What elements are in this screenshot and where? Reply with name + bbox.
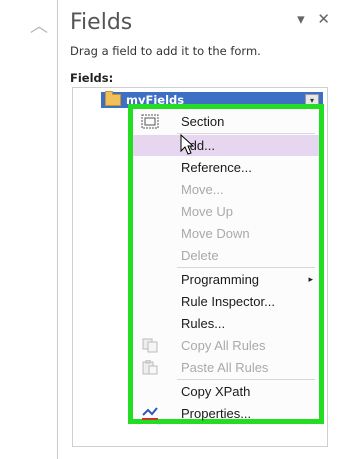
close-icon[interactable]: ✕ [317, 10, 330, 28]
menu-item-move[interactable]: Move... [133, 179, 319, 200]
collapse-chevron-icon[interactable]: ︿ [30, 12, 48, 38]
menu-item-section[interactable]: Section [133, 111, 319, 132]
menu-item-properties[interactable]: Properties... [133, 403, 319, 424]
menu-item-copy-all-rules[interactable]: Copy All Rules [133, 335, 319, 356]
menu-item-reference[interactable]: Reference... [133, 157, 319, 178]
menu-item-delete[interactable]: Delete [133, 245, 319, 266]
menu-item-rules[interactable]: Rules... [133, 313, 319, 334]
left-gutter: ︿ [0, 0, 56, 459]
menu-item-programming[interactable]: Programming ▸ [133, 269, 319, 290]
mouse-cursor-icon [180, 134, 195, 155]
pane-hint: Drag a field to add it to the form. [70, 44, 261, 58]
copy-rules-icon [142, 338, 158, 353]
menu-item-add[interactable]: Add... [133, 135, 319, 156]
section-icon [141, 114, 159, 129]
pane-controls: ▾ ✕ [289, 10, 330, 28]
menu-item-move-up[interactable]: Move Up [133, 201, 319, 222]
menu-item-move-down[interactable]: Move Down [133, 223, 319, 244]
pane-options-dropdown-icon[interactable]: ▾ [297, 10, 305, 28]
menu-separator [177, 133, 315, 134]
menu-item-copy-xpath[interactable]: Copy XPath [133, 381, 319, 402]
submenu-arrow-icon: ▸ [308, 274, 313, 284]
folder-icon [105, 91, 121, 106]
menu-item-paste-all-rules[interactable]: Paste All Rules [133, 357, 319, 378]
pane-title: Fields [70, 10, 133, 35]
menu-separator [177, 267, 315, 268]
properties-icon [142, 407, 158, 420]
fields-label: Fields: [70, 71, 114, 85]
menu-separator [177, 379, 315, 380]
menu-item-rule-inspector[interactable]: Rule Inspector... [133, 291, 319, 312]
paste-rules-icon [142, 360, 158, 375]
context-menu: Section Add... Reference... Move... Move… [128, 104, 324, 424]
